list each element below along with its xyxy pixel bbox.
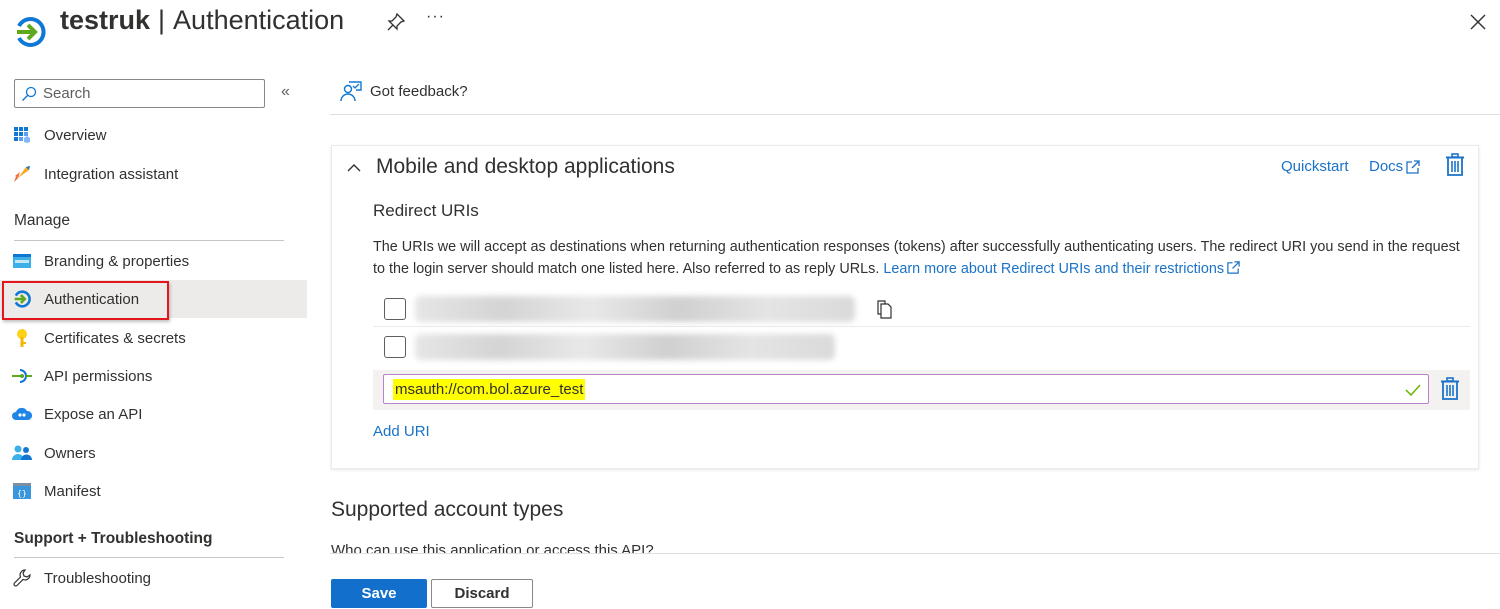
add-uri-link[interactable]: Add URI: [373, 423, 430, 440]
api-permissions-icon: [12, 366, 32, 386]
quickstart-link[interactable]: Quickstart: [1281, 158, 1349, 175]
sidebar-item-label: API permissions: [44, 367, 153, 385]
external-link-icon: [1406, 159, 1420, 174]
redirect-uri-input[interactable]: msauth://com.bol.azure_test: [383, 374, 1429, 404]
cloud-icon: [12, 404, 32, 424]
redirect-uri-input-value: msauth://com.bol.azure_test: [393, 378, 586, 400]
blade-header: testruk | Authentication ···: [0, 0, 1500, 50]
feedback-label: Got feedback?: [370, 82, 468, 100]
manage-heading: Manage: [14, 212, 71, 229]
branding-icon: [12, 251, 32, 271]
sidebar-item-label: Branding & properties: [44, 252, 190, 270]
sidebar-item-manifest[interactable]: {} Manifest: [0, 472, 307, 510]
sidebar-item-label: Authentication: [44, 290, 140, 308]
sidebar-item-branding[interactable]: Branding & properties: [0, 242, 307, 280]
search-input[interactable]: [43, 85, 253, 102]
redirect-uri-value-blurred: [415, 334, 835, 360]
footer-actions: Save Discard: [330, 554, 1500, 609]
key-icon: [12, 328, 32, 348]
redirect-uri-edit-row: msauth://com.bol.azure_test: [373, 370, 1470, 410]
redirect-uri-value-blurred: [415, 296, 855, 322]
manifest-icon: {}: [12, 481, 32, 501]
uri-checkbox[interactable]: [384, 298, 406, 320]
main-content: Got feedback? Mobile and desktop applica…: [330, 70, 1500, 609]
redirect-uris-heading: Redirect URIs: [373, 201, 479, 220]
sidebar-item-api-permissions[interactable]: API permissions: [0, 357, 307, 395]
save-button[interactable]: Save: [331, 579, 427, 608]
delete-platform-icon[interactable]: [1444, 153, 1466, 177]
sidebar-item-label: Integration assistant: [44, 165, 179, 183]
learn-more-label: Learn more about Redirect URIs and their…: [883, 261, 1225, 277]
authentication-app-icon: [17, 16, 46, 47]
copy-icon[interactable]: [873, 298, 895, 320]
authentication-icon: [12, 289, 32, 309]
close-icon[interactable]: [1468, 12, 1488, 32]
feedback-icon: [340, 81, 362, 102]
sidebar-item-troubleshooting[interactable]: Troubleshooting: [0, 559, 307, 597]
page-title: testruk | Authentication: [60, 5, 344, 36]
feedback-button[interactable]: Got feedback?: [340, 80, 468, 102]
sidebar-item-certificates[interactable]: Certificates & secrets: [0, 319, 307, 357]
support-divider: [14, 557, 284, 558]
page-name: Authentication: [173, 5, 345, 35]
sidebar-item-owners[interactable]: Owners: [0, 434, 307, 472]
sidebar: « Overview Integration assistant Manage: [0, 70, 310, 609]
app-name: testruk: [60, 5, 151, 35]
pin-icon[interactable]: [386, 12, 406, 32]
toolbar-divider: [330, 114, 1500, 115]
discard-button[interactable]: Discard: [431, 579, 533, 608]
sidebar-item-overview[interactable]: Overview: [0, 116, 307, 154]
valid-check-icon: [1405, 384, 1421, 397]
rocket-icon: [12, 164, 32, 184]
docs-label: Docs: [1369, 158, 1404, 175]
redirect-uri-row: [373, 329, 1470, 365]
svg-text:{}: {}: [17, 489, 27, 498]
chevron-up-icon[interactable]: [346, 160, 362, 176]
docs-link[interactable]: Docs: [1369, 158, 1421, 175]
owners-icon: [12, 443, 32, 463]
sidebar-item-label: Expose an API: [44, 405, 143, 423]
manage-divider: [14, 240, 284, 241]
overview-icon: [12, 125, 32, 145]
sidebar-item-label: Troubleshooting: [44, 569, 152, 587]
wrench-icon: [12, 568, 32, 588]
sidebar-item-integration-assistant[interactable]: Integration assistant: [0, 155, 307, 193]
support-heading: Support + Troubleshooting: [14, 530, 213, 547]
more-options-icon[interactable]: ···: [426, 8, 445, 26]
search-icon: [22, 86, 37, 101]
card-title: Mobile and desktop applications: [376, 155, 675, 178]
sidebar-item-label: Manifest: [44, 482, 101, 500]
title-separator: |: [158, 5, 166, 35]
sidebar-item-label: Certificates & secrets: [44, 329, 186, 347]
sidebar-item-label: Owners: [44, 444, 96, 462]
redirect-uri-row: [373, 291, 1470, 327]
uri-checkbox[interactable]: [384, 336, 406, 358]
sidebar-search[interactable]: [14, 79, 265, 108]
external-link-icon: [1227, 261, 1240, 274]
delete-uri-icon[interactable]: [1439, 377, 1461, 401]
sidebar-item-authentication[interactable]: Authentication: [0, 280, 307, 318]
sidebar-item-label: Overview: [44, 126, 107, 144]
sidebar-item-expose-api[interactable]: Expose an API: [0, 395, 307, 433]
platform-card-mobile-desktop: Mobile and desktop applications Quicksta…: [331, 145, 1479, 469]
learn-more-link[interactable]: Learn more about Redirect URIs and their…: [883, 261, 1241, 277]
collapse-sidebar-icon[interactable]: «: [281, 83, 290, 101]
redirect-uris-description: The URIs we will accept as destinations …: [373, 236, 1463, 280]
supported-account-types-heading: Supported account types: [331, 498, 564, 521]
